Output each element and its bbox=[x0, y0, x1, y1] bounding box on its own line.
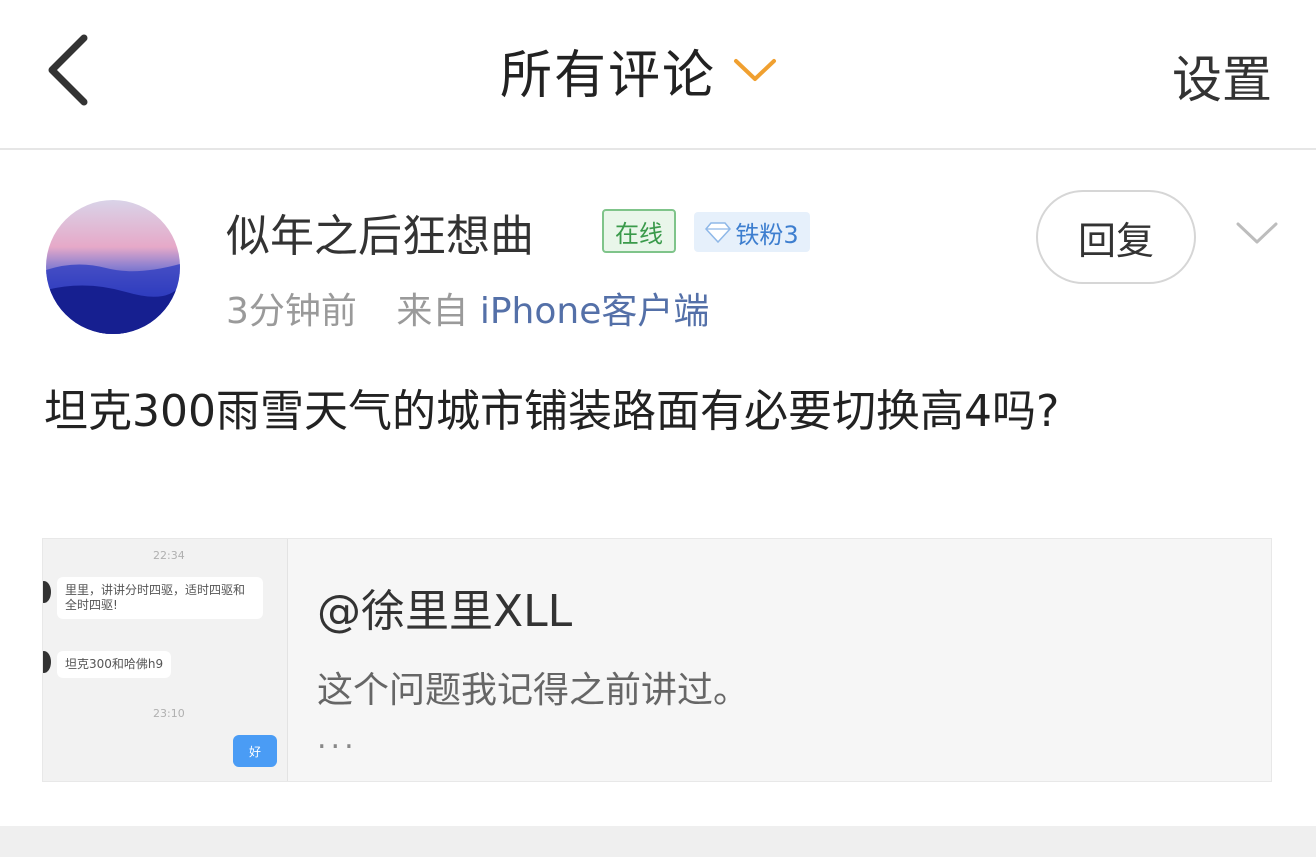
thumb-reply: 好 bbox=[233, 735, 277, 767]
quoted-post-thumbnail: 22:34 里里，讲讲分时四驱，适时四驱和全时四驱! 坦克300和哈佛h9 23… bbox=[43, 539, 288, 781]
username[interactable]: 似年之后狂想曲 bbox=[226, 200, 534, 264]
quoted-text: 这个问题我记得之前讲过。 bbox=[317, 670, 750, 711]
source-prefix: 来自 bbox=[396, 291, 469, 332]
online-badge: 在线 bbox=[602, 209, 676, 253]
comment-time: 3分钟前 bbox=[226, 291, 357, 332]
bottom-divider bbox=[0, 826, 1316, 857]
thumb-message: 里里，讲讲分时四驱，适时四驱和全时四驱! bbox=[57, 577, 263, 619]
chevron-down-icon bbox=[734, 59, 777, 81]
settings-button[interactable]: 设置 bbox=[1172, 40, 1272, 112]
diamond-icon bbox=[705, 222, 732, 243]
back-arrow-icon[interactable] bbox=[40, 32, 100, 108]
thumb-avatar bbox=[43, 581, 51, 603]
fan-level-label: 铁粉3 bbox=[735, 220, 799, 249]
avatar[interactable] bbox=[46, 200, 180, 334]
thumb-avatar bbox=[43, 651, 51, 673]
comment-meta: 3分钟前 来自 iPhone客户端 bbox=[226, 282, 709, 334]
quoted-author: @徐里里XLL bbox=[317, 586, 573, 637]
quoted-post-card[interactable]: 22:34 里里，讲讲分时四驱，适时四驱和全时四驱! 坦克300和哈佛h9 23… bbox=[42, 538, 1272, 782]
reply-button[interactable]: 回复 bbox=[1036, 190, 1196, 284]
quoted-ellipsis: ... bbox=[317, 721, 358, 756]
comment-text: 坦克300雨雪天气的城市铺装路面有必要切换高4吗? bbox=[44, 386, 1060, 437]
thumb-time: 22:34 bbox=[153, 549, 185, 562]
top-nav-bar: 所有评论 设置 bbox=[0, 0, 1316, 150]
comment-filter-dropdown[interactable]: 所有评论 bbox=[500, 38, 778, 106]
fan-level-badge[interactable]: 铁粉3 bbox=[694, 212, 810, 252]
thumb-time: 23:10 bbox=[153, 707, 185, 720]
page-title: 所有评论 bbox=[500, 45, 717, 106]
source-client-link[interactable]: iPhone客户端 bbox=[480, 291, 710, 332]
thumb-message: 坦克300和哈佛h9 bbox=[57, 651, 172, 678]
expand-chevron-icon[interactable] bbox=[1234, 218, 1280, 248]
